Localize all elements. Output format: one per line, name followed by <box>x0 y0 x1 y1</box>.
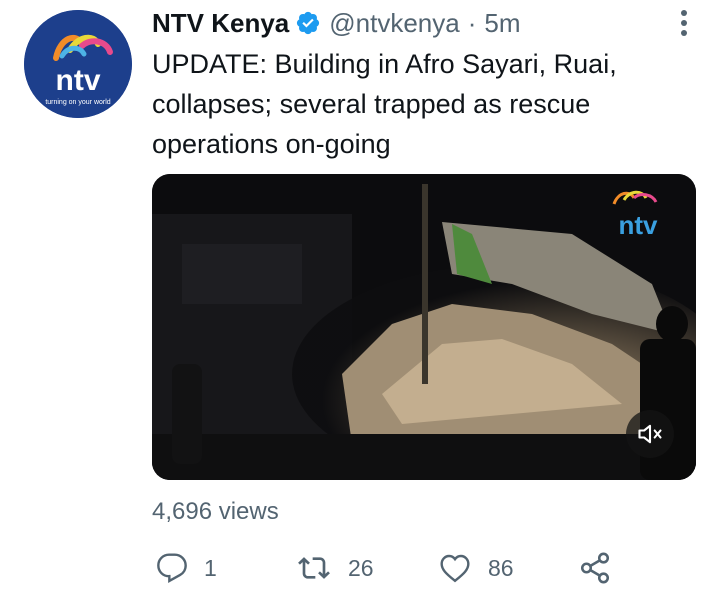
like-count: 86 <box>488 554 514 581</box>
heart-icon <box>440 554 470 583</box>
tweet-actions: 1 26 86 <box>156 548 626 588</box>
tweet-timestamp[interactable]: 5m <box>484 8 520 39</box>
svg-text:turning on your world: turning on your world <box>45 99 110 106</box>
author-handle[interactable]: @ntvkenya <box>329 8 459 39</box>
ntv-logo: ntv turning on your world <box>24 10 132 118</box>
reply-icon <box>157 553 187 583</box>
reply-button[interactable]: 1 <box>156 548 217 588</box>
tweet-video[interactable]: ntv <box>152 174 696 480</box>
retweet-count: 26 <box>348 554 374 581</box>
tweet-text: UPDATE: Building in Afro Sayari, Ruai, c… <box>152 49 617 159</box>
video-watermark: ntv <box>619 210 659 240</box>
mute-button[interactable] <box>626 410 674 458</box>
retweet-icon <box>298 557 330 579</box>
svg-text:ntv: ntv <box>56 64 101 97</box>
avatar[interactable]: ntv turning on your world <box>24 10 132 118</box>
speaker-muted-icon <box>638 424 662 444</box>
reply-count: 1 <box>204 554 217 581</box>
share-icon <box>580 552 610 584</box>
tweet-header: NTV Kenya @ntvkenya · 5m <box>152 6 700 40</box>
video-frame: ntv <box>152 174 696 480</box>
author-name[interactable]: NTV Kenya <box>152 8 289 39</box>
separator-dot: · <box>467 7 477 38</box>
share-button[interactable] <box>578 548 628 588</box>
verified-badge-icon <box>295 10 321 36</box>
more-options-icon[interactable] <box>678 8 690 38</box>
like-button[interactable]: 86 <box>438 548 514 588</box>
view-count: 4,696 views <box>152 498 279 525</box>
retweet-button[interactable]: 26 <box>296 548 374 588</box>
